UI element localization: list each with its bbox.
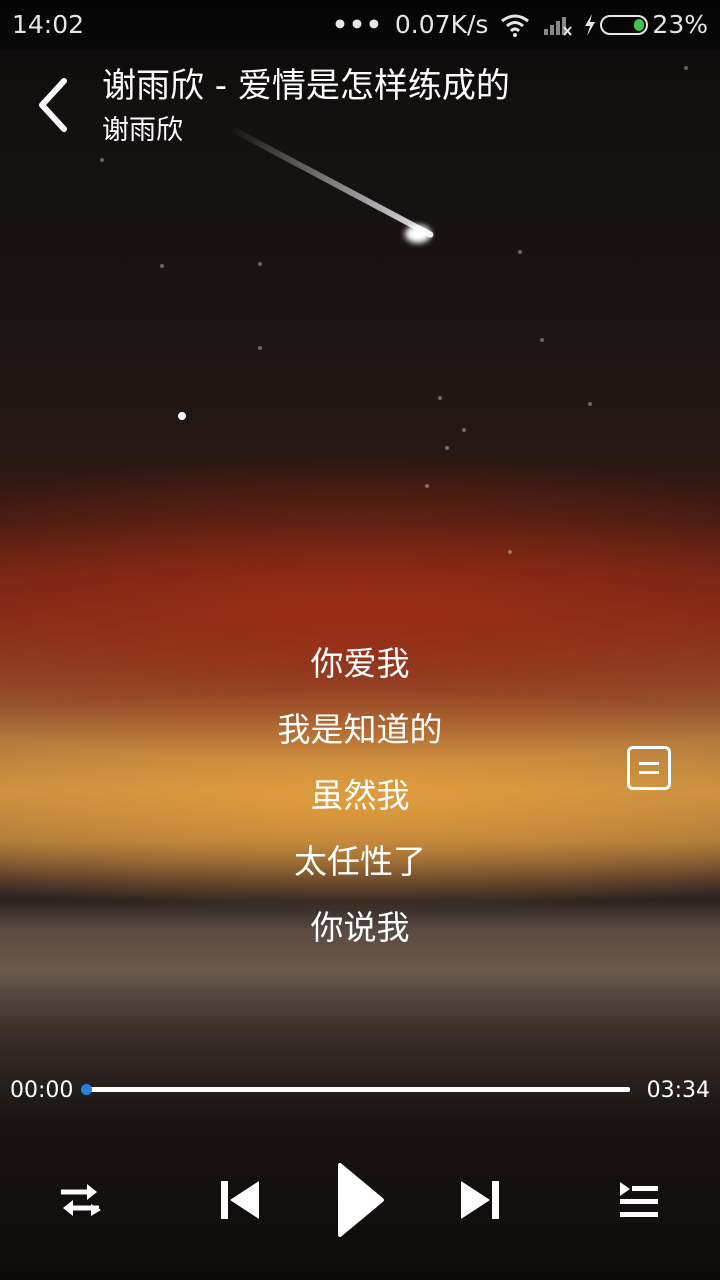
lyric-line: 你说我 — [310, 908, 410, 947]
progress-knob[interactable] — [81, 1084, 92, 1095]
battery-indicator: 23% — [584, 10, 708, 39]
charging-icon — [585, 13, 596, 36]
next-button[interactable] — [455, 1175, 505, 1225]
star — [438, 396, 442, 400]
star — [518, 250, 522, 254]
star — [178, 412, 186, 420]
star — [160, 264, 164, 268]
battery-percent: 23% — [652, 10, 708, 39]
song-title: 谢雨欣 - 爱情是怎样练成的 — [102, 66, 510, 106]
star — [508, 550, 512, 554]
lyric-line: 虽然我 — [310, 776, 410, 815]
signal-icon — [544, 16, 573, 36]
chevron-left-icon — [39, 78, 67, 132]
previous-icon — [221, 1181, 259, 1219]
status-icons: ••• 0.07K/s 23% — [332, 10, 708, 39]
shuffle-button[interactable] — [55, 1175, 105, 1225]
lyric-line: 太任性了 — [294, 842, 426, 881]
shuffle-icon — [61, 1184, 101, 1216]
battery-fill — [634, 18, 645, 31]
playlist-button[interactable] — [613, 1175, 663, 1225]
wifi-icon — [501, 14, 530, 37]
lyrics-panel[interactable]: 你爱我 我是知道的 虽然我 太任性了 你说我 — [0, 638, 720, 968]
next-icon — [461, 1181, 499, 1219]
meteor-head — [405, 225, 431, 243]
song-artist: 谢雨欣 — [102, 115, 183, 146]
star — [540, 338, 544, 342]
lyric-line: 我是知道的 — [277, 710, 443, 749]
network-speed: 0.07K/s — [394, 10, 489, 39]
status-time: 14:02 — [12, 10, 85, 39]
previous-button[interactable] — [215, 1175, 265, 1225]
back-button[interactable] — [22, 70, 82, 140]
star — [684, 66, 688, 70]
star — [462, 428, 466, 432]
star — [100, 158, 104, 162]
playlist-icon — [620, 1182, 658, 1217]
play-button[interactable] — [325, 1160, 395, 1240]
star — [425, 484, 429, 488]
star — [258, 346, 262, 350]
more-dots-icon: ••• — [331, 10, 383, 39]
current-time: 00:00 — [10, 1078, 74, 1103]
meteor-streak — [228, 125, 435, 239]
lyric-line: 你爱我 — [310, 644, 410, 683]
star — [445, 446, 449, 450]
lyrics-icon-line — [639, 762, 659, 765]
battery-icon — [600, 14, 649, 35]
total-time: 03:34 — [646, 1078, 710, 1103]
lyrics-mode-button[interactable] — [627, 746, 671, 790]
star — [588, 402, 592, 406]
progress-bar[interactable] — [81, 1084, 630, 1095]
status-bar: 14:02 ••• 0.07K/s 23% — [0, 0, 720, 50]
play-icon — [338, 1163, 384, 1237]
star — [258, 262, 262, 266]
lyrics-icon-line — [639, 771, 659, 774]
